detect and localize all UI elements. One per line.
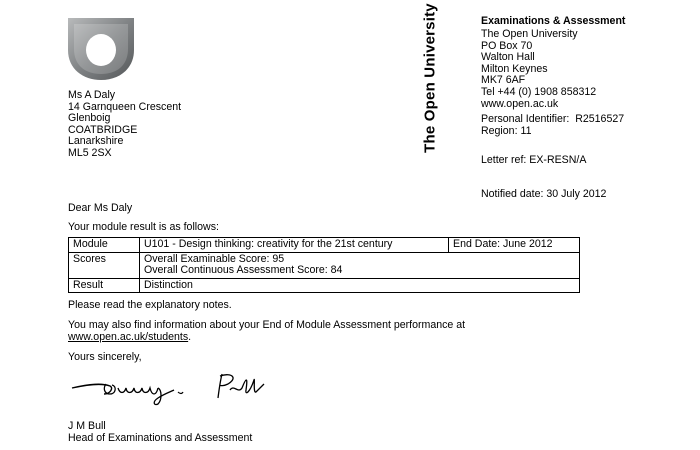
table-row: Result Distinction xyxy=(68,277,580,294)
signature-image xyxy=(71,373,265,406)
continuous-assessment-score: Overall Continuous Assessment Score: 84 xyxy=(144,264,343,277)
students-link[interactable]: www.open.ac.uk/students xyxy=(68,331,188,343)
open-university-shield-icon xyxy=(68,18,134,80)
info-tail: . xyxy=(188,331,192,343)
personal-identifier-value: R2516527 xyxy=(575,113,625,125)
department-heading: Examinations & Assessment xyxy=(481,15,626,27)
info-link-line: www.open.ac.uk/students. xyxy=(68,331,192,344)
letter-page: The Open University Ms A Daly 14 Garnque… xyxy=(0,0,700,450)
personal-identifier: Personal Identifier: R2516527 xyxy=(481,113,625,126)
letter-ref: Letter ref: EX-RESN/A xyxy=(481,154,587,166)
info-text: You may also find information about your… xyxy=(68,319,466,331)
region: Region: 11 xyxy=(481,125,532,137)
notified-date: Notified date: 30 July 2012 xyxy=(481,188,607,200)
university-wordmark: The Open University xyxy=(421,3,439,153)
scores-value: Overall Examinable Score: 95 Overall Con… xyxy=(139,251,580,279)
sender-website: www.open.ac.uk xyxy=(481,98,559,110)
result-label: Result xyxy=(68,277,140,294)
module-value: U101 - Design thinking: creativity for t… xyxy=(139,237,449,253)
read-notes-text: Please read the explanatory notes. xyxy=(68,299,232,311)
signatory-name: J M Bull xyxy=(68,420,106,432)
module-result-table: Module U101 - Design thinking: creativit… xyxy=(68,237,580,294)
result-value: Distinction xyxy=(139,277,580,294)
table-row: Module U101 - Design thinking: creativit… xyxy=(68,237,580,253)
module-label: Module xyxy=(68,237,140,253)
sender-telephone: Tel +44 (0) 1908 858312 xyxy=(481,86,597,98)
recipient-address: Ms A Daly 14 Garnqueen Crescent Glenboig… xyxy=(68,89,181,160)
salutation: Dear Ms Daly xyxy=(68,202,133,214)
signatory-title: Head of Examinations and Assessment xyxy=(68,432,253,444)
table-row: Scores Overall Examinable Score: 95 Over… xyxy=(68,251,580,279)
personal-identifier-label: Personal Identifier: xyxy=(481,113,570,125)
intro-text: Your module result is as follows: xyxy=(68,221,219,233)
sender-line: The Open University xyxy=(481,28,578,40)
recipient-line: Ms A Daly xyxy=(68,89,116,101)
recipient-line: ML5 2SX xyxy=(68,146,112,159)
end-date: End Date: June 2012 xyxy=(448,237,580,253)
sender-address: The Open University PO Box 70 Walton Hal… xyxy=(481,28,578,87)
closing: Yours sincerely, xyxy=(68,351,142,363)
scores-label: Scores xyxy=(68,251,140,279)
